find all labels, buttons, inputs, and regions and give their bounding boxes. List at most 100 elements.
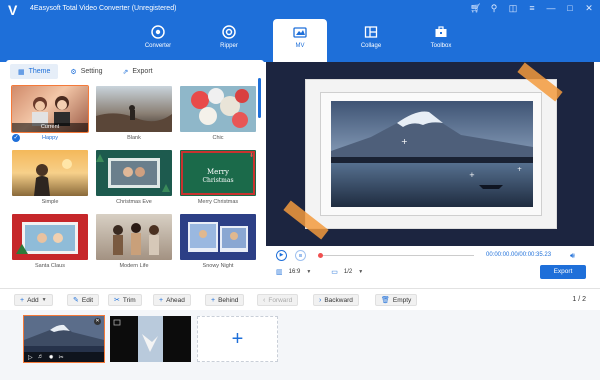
theme-item-simple[interactable]: Simple — [12, 150, 88, 205]
theme-item-blank[interactable]: Blank — [96, 86, 172, 141]
theme-thumbnail — [96, 214, 172, 260]
export-icon: ⇗ — [122, 68, 129, 76]
plus-icon: + — [20, 296, 25, 304]
theme-item-modern-life[interactable]: Modern Life — [96, 214, 172, 269]
empty-label: Empty — [392, 296, 412, 304]
screen-dropdown-icon[interactable]: ▼ — [358, 269, 363, 275]
nav-toolbox[interactable]: Toolbox — [414, 19, 468, 62]
download-icon[interactable]: ⬇ — [249, 152, 254, 159]
theme-item-merry-christmas[interactable]: Merry Christmas ⬇ Merry Christmas — [180, 150, 256, 205]
svg-text:+: + — [401, 137, 408, 146]
screen-value[interactable]: 1/2 — [344, 269, 352, 275]
theme-label: Happy — [42, 135, 58, 141]
theme-thumbnail — [12, 214, 88, 260]
behind-button[interactable]: + Behind — [205, 294, 245, 306]
tab-export-label: Export — [132, 68, 153, 75]
monitor-icon: ▭ — [331, 269, 338, 276]
trash-icon: 🗑︎ — [381, 297, 390, 304]
theme-thumbnail — [12, 150, 88, 196]
edit-button[interactable]: ✎ Edit — [67, 294, 100, 306]
current-tag: Current — [12, 123, 88, 132]
timeline-clip[interactable] — [110, 316, 191, 362]
theme-item-santa-claus[interactable]: Santa Claus — [12, 214, 88, 269]
theme-label: Modern Life — [119, 263, 149, 269]
tab-theme-label: Theme — [28, 68, 51, 75]
theme-scrollbar[interactable] — [258, 78, 261, 118]
maximize-icon[interactable]: □ — [565, 3, 575, 13]
time-display: 00:00:00.00/00:00:35.23 — [486, 252, 551, 258]
clip-actions: ▷ ♬ ✹ ✂ — [24, 352, 104, 362]
nav-mv[interactable]: MV — [273, 19, 327, 62]
app-logo-icon: V — [8, 2, 18, 18]
collage-icon — [364, 26, 378, 38]
clip-toolbar: + Add ▼ ✎ Edit ✂ Trim + Ahead + Behind ‹… — [0, 288, 600, 310]
total-time: 00:00:35.23 — [519, 252, 552, 258]
theme-thumbnail: Current — [11, 85, 89, 133]
backward-label: Backward — [324, 296, 353, 304]
nav-collage[interactable]: Collage — [344, 19, 398, 62]
ahead-button[interactable]: + Ahead — [153, 294, 191, 306]
preview-photo: + + + — [331, 101, 533, 207]
backward-button[interactable]: › Backward — [313, 294, 359, 306]
window-controls: 🛒︎ ⚲ ◫ ≡ — □ ✕ — [470, 3, 594, 13]
add-clip-button[interactable]: + — [197, 316, 278, 362]
export-button[interactable]: Export — [540, 265, 586, 279]
minimize-icon[interactable]: — — [546, 3, 556, 13]
tab-setting[interactable]: ⚙ Setting — [62, 64, 110, 79]
theme-item-happy[interactable]: Current Happy ✓ — [11, 85, 89, 142]
theme-thumbnail — [96, 86, 172, 132]
tab-export[interactable]: ⇗ Export — [115, 64, 161, 79]
plus-icon: + — [159, 296, 164, 304]
audio-icon[interactable]: ♬ — [38, 354, 44, 360]
app-title: 4Easysoft Total Video Converter (Unregis… — [30, 5, 177, 12]
theme-thumbnail — [180, 86, 256, 132]
remove-clip-icon[interactable]: ✕ — [94, 318, 101, 325]
close-icon[interactable]: ✕ — [584, 3, 594, 13]
scissors-icon[interactable]: ✂ — [59, 354, 64, 361]
theme-label: Chic — [212, 135, 224, 141]
theme-label: Christmas Eve — [116, 199, 152, 205]
progress-bar[interactable] — [318, 253, 474, 258]
svg-text:+: + — [469, 171, 475, 179]
player-controls: ▶ 00:00:00.00/00:00:35.23 🔊︎ ▥ 16:9 ▼ ▭ … — [266, 246, 594, 284]
theme-item-chic[interactable]: Chic — [180, 86, 256, 141]
grid-icon: ▦ — [18, 68, 25, 76]
effects-icon[interactable]: ✹ — [49, 354, 54, 361]
clip-timeline: ✕ ▷ ♬ ✹ ✂ + — [0, 310, 600, 380]
theme-label: Snowy Night — [202, 263, 234, 269]
theme-grid: Current Happy ✓ Blank Chic Simple Christ… — [11, 84, 256, 284]
tab-theme[interactable]: ▦ Theme — [10, 64, 59, 79]
play-button[interactable]: ▶ — [276, 250, 287, 261]
empty-button[interactable]: 🗑︎ Empty — [375, 294, 418, 306]
backward-icon: › — [319, 296, 322, 304]
current-time: 00:00:00.00 — [486, 252, 518, 258]
progress-knob[interactable] — [318, 253, 323, 258]
clip-thumbnail — [110, 316, 191, 362]
tab-setting-label: Setting — [80, 68, 103, 75]
theme-item-snowy-night[interactable]: Snowy Night — [180, 214, 256, 269]
aspect-ratio-value[interactable]: 16:9 — [289, 269, 301, 275]
cart-icon[interactable]: 🛒︎ — [470, 3, 481, 13]
chat-icon[interactable]: ◫ — [508, 3, 518, 13]
volume-icon[interactable]: 🔊︎ — [570, 251, 575, 261]
theme-item-christmas-eve[interactable]: Christmas Eve — [96, 150, 172, 205]
nav-collage-label: Collage — [360, 43, 382, 49]
forward-button[interactable]: ‹ Forward — [257, 294, 299, 306]
stop-button[interactable] — [295, 250, 306, 261]
clip-pager: 1 / 2 — [572, 296, 586, 303]
ripper-icon — [222, 25, 236, 39]
gear-icon: ⚙ — [70, 68, 77, 76]
key-icon[interactable]: ⚲ — [489, 3, 499, 13]
timeline-clip[interactable]: ✕ ▷ ♬ ✹ ✂ — [23, 315, 105, 363]
menu-icon[interactable]: ≡ — [527, 3, 537, 13]
play-icon[interactable]: ▷ — [28, 354, 33, 361]
add-button[interactable]: + Add ▼ — [14, 294, 53, 306]
trim-button[interactable]: ✂ Trim — [108, 294, 142, 306]
aspect-dropdown-icon[interactable]: ▼ — [306, 269, 311, 275]
nav-mv-label: MV — [295, 43, 305, 49]
ahead-label: Ahead — [166, 296, 185, 304]
edit-label: Edit — [81, 296, 94, 304]
nav-converter[interactable]: Converter — [131, 19, 185, 62]
nav-ripper[interactable]: Ripper — [202, 19, 256, 62]
add-label: Add — [27, 296, 39, 304]
